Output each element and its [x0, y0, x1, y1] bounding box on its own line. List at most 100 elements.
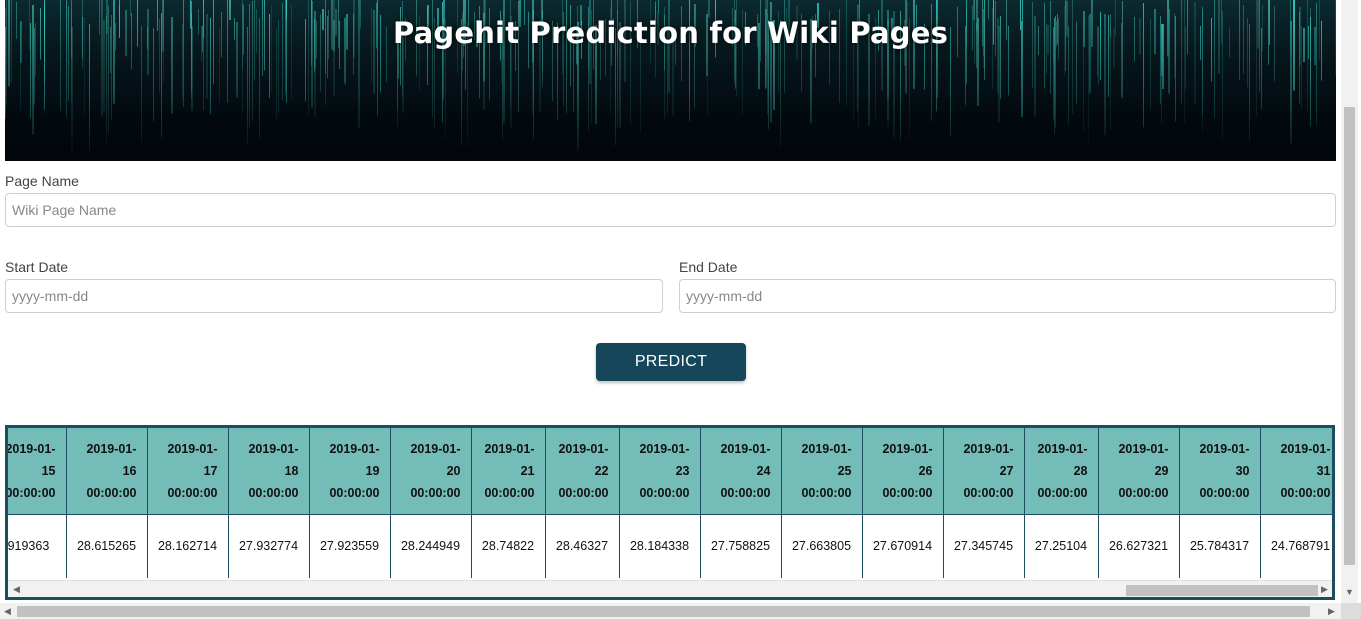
header-date: 2019-01- — [410, 441, 461, 456]
header-day: 17 — [203, 463, 218, 478]
header-date: 2019-01- — [720, 441, 771, 456]
header-time: 00:00:00 — [1280, 485, 1331, 500]
header-day: 25 — [837, 463, 852, 478]
header-time: 00:00:00 — [558, 485, 609, 500]
header-day: 23 — [675, 463, 690, 478]
table-cell: 27.919363 — [8, 513, 67, 578]
header-time: 00:00:00 — [8, 485, 56, 500]
header-day: 15 — [41, 463, 56, 478]
header-time: 00:00:00 — [329, 485, 380, 500]
header-date: 2019-01- — [639, 441, 690, 456]
table-header-cell: 2019-01- 24 00:00:00 — [700, 428, 782, 514]
header-time: 00:00:00 — [167, 485, 218, 500]
page-vertical-scrollbar-thumb[interactable] — [1344, 107, 1355, 565]
header-day: 30 — [1235, 463, 1250, 478]
table-cell: 28.46327 — [545, 513, 620, 578]
table-header-cell: 2019-01- 17 00:00:00 — [147, 428, 229, 514]
table-cell: 28.162714 — [147, 513, 229, 578]
header-day: 22 — [594, 463, 609, 478]
page-horizontal-scrollbar-thumb[interactable] — [17, 606, 1310, 617]
start-date-label: Start Date — [5, 259, 69, 275]
predict-button[interactable]: PREDICT — [596, 343, 746, 381]
table-header-cell: 2019-01- 16 00:00:00 — [66, 428, 148, 514]
scroll-down-arrow-icon[interactable]: ▼ — [1345, 584, 1354, 600]
table-header-cell: 2019-01- 20 00:00:00 — [390, 428, 472, 514]
page-horizontal-scrollbar[interactable]: ◀ ▶ — [0, 603, 1341, 619]
header-time: 00:00:00 — [1037, 485, 1088, 500]
table-cell: 24.768791 — [1260, 513, 1332, 578]
table-header-cell: 2019-01- 29 00:00:00 — [1098, 428, 1180, 514]
header-date: 2019-01- — [8, 441, 56, 456]
table-cell: 28.184338 — [619, 513, 701, 578]
table-scrollbar-thumb[interactable] — [1126, 585, 1318, 596]
header-time: 00:00:00 — [882, 485, 933, 500]
table-cell: 27.758825 — [700, 513, 782, 578]
header-date: 2019-01- — [801, 441, 852, 456]
table-header-cell: 2019-01- 26 00:00:00 — [862, 428, 944, 514]
scroll-right-arrow-icon[interactable]: ▶ — [1321, 581, 1328, 597]
header-date: 2019-01- — [86, 441, 137, 456]
table-row: 27.91936328.61526528.16271427.93277427.9… — [8, 513, 1332, 578]
header-date: 2019-01- — [1118, 441, 1169, 456]
header-date: 2019-01- — [558, 441, 609, 456]
table-cell: 26.627321 — [1098, 513, 1180, 578]
header-date: 2019-01- — [1280, 441, 1331, 456]
prediction-table: 2019-01- 15 00:00:00 2019-01- 16 00:00:00 2019… — [8, 428, 1332, 578]
page-viewport: Pagehit Prediction for Wiki Pages Page N… — [0, 0, 1341, 603]
header-day: 20 — [446, 463, 461, 478]
header-time: 00:00:00 — [1118, 485, 1169, 500]
header-day: 24 — [756, 463, 771, 478]
end-date-label: End Date — [679, 259, 738, 275]
table-header-cell: 2019-01- 25 00:00:00 — [781, 428, 863, 514]
header-time: 00:00:00 — [410, 485, 461, 500]
prediction-table-container: 2019-01- 15 00:00:00 2019-01- 16 00:00:00 2019… — [5, 425, 1335, 600]
page-vertical-scrollbar[interactable]: ▼ — [1341, 0, 1358, 603]
header-date: 2019-01- — [484, 441, 535, 456]
header-date: 2019-01- — [1199, 441, 1250, 456]
table-cell: 25.784317 — [1179, 513, 1261, 578]
header-day: 28 — [1073, 463, 1088, 478]
table-cell: 27.670914 — [862, 513, 944, 578]
table-header-cell: 2019-01- 28 00:00:00 — [1024, 428, 1099, 514]
header-day: 29 — [1154, 463, 1169, 478]
page-scroll-left-arrow-icon[interactable]: ◀ — [4, 603, 11, 619]
page-scroll-right-arrow-icon[interactable]: ▶ — [1328, 603, 1335, 619]
table-cell: 28.615265 — [66, 513, 148, 578]
table-cell: 27.345745 — [943, 513, 1025, 578]
header-time: 00:00:00 — [963, 485, 1014, 500]
end-date-input[interactable] — [679, 279, 1336, 313]
header-date: 2019-01- — [1037, 441, 1088, 456]
header-day: 21 — [520, 463, 535, 478]
table-cell: 27.663805 — [781, 513, 863, 578]
scrollbar-corner — [1341, 603, 1361, 619]
header-day: 16 — [122, 463, 137, 478]
header-time: 00:00:00 — [248, 485, 299, 500]
table-header-cell: 2019-01- 23 00:00:00 — [619, 428, 701, 514]
table-cell: 28.74822 — [471, 513, 546, 578]
table-header-cell: 2019-01- 31 00:00:00 — [1260, 428, 1332, 514]
header-day: 27 — [999, 463, 1014, 478]
header-day: 31 — [1316, 463, 1331, 478]
scroll-left-arrow-icon[interactable]: ◀ — [13, 581, 20, 597]
page-name-label: Page Name — [5, 173, 79, 189]
header-time: 00:00:00 — [86, 485, 137, 500]
prediction-table-scroll-area[interactable]: 2019-01- 15 00:00:00 2019-01- 16 00:00:00 2019… — [8, 428, 1332, 581]
table-header-cell: 2019-01- 30 00:00:00 — [1179, 428, 1261, 514]
header-time: 00:00:00 — [484, 485, 535, 500]
header-banner: Pagehit Prediction for Wiki Pages — [5, 0, 1336, 161]
header-day: 26 — [918, 463, 933, 478]
header-day: 18 — [284, 463, 299, 478]
header-day: 19 — [365, 463, 380, 478]
table-header-cell: 2019-01- 27 00:00:00 — [943, 428, 1025, 514]
header-time: 00:00:00 — [639, 485, 690, 500]
header-date: 2019-01- — [167, 441, 218, 456]
table-header-row: 2019-01- 15 00:00:00 2019-01- 16 00:00:00 2019… — [8, 428, 1332, 514]
table-header-cell: 2019-01- 21 00:00:00 — [471, 428, 546, 514]
start-date-input[interactable] — [5, 279, 663, 313]
header-time: 00:00:00 — [720, 485, 771, 500]
table-cell: 27.923559 — [309, 513, 391, 578]
header-date: 2019-01- — [329, 441, 380, 456]
table-cell: 28.244949 — [390, 513, 472, 578]
page-name-input[interactable] — [5, 193, 1336, 227]
table-horizontal-scrollbar[interactable]: ◀ ▶ — [8, 580, 1332, 597]
